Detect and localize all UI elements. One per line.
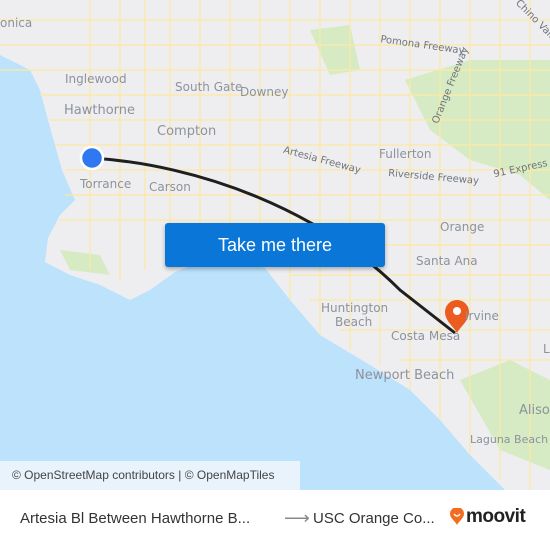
map-label: Compton	[157, 124, 217, 139]
map-label: Costa Mesa	[391, 329, 461, 343]
map-label: onica	[0, 16, 33, 30]
footer: Artesia Bl Between Hawthorne B... ⟶ USC …	[0, 490, 550, 550]
map-label: Fullerton	[379, 147, 432, 161]
map[interactable]: onica Inglewood Hawthorne South Gate Dow…	[0, 0, 550, 490]
map-label: Torrance	[80, 177, 132, 191]
map-label: Laguna Beach	[470, 433, 549, 446]
map-label: Downey	[240, 85, 289, 99]
map-label: South Gate	[175, 80, 243, 94]
map-label: Orange	[440, 220, 485, 234]
moovit-wordmark: moovit	[466, 506, 526, 527]
take-me-there-button[interactable]: Take me there	[165, 223, 385, 267]
origin-marker	[79, 145, 105, 171]
map-attribution[interactable]: © OpenStreetMap contributors | © OpenMap…	[0, 461, 300, 490]
map-label: Huntington	[321, 301, 389, 315]
map-label: Hawthorne	[64, 103, 136, 118]
map-label: Carson	[149, 180, 191, 194]
arrow-right-icon: ⟶	[284, 508, 310, 528]
map-label: Inglewood	[65, 72, 127, 86]
map-label: Beach	[335, 315, 373, 329]
moovit-logo[interactable]: moovit	[450, 506, 526, 528]
map-label: Santa Ana	[416, 254, 478, 268]
map-label: Newport Beach	[355, 368, 455, 383]
map-label: L	[543, 342, 550, 356]
origin-stop-name: Artesia Bl Between Hawthorne B...	[20, 510, 251, 527]
map-label: Aliso	[519, 403, 550, 418]
destination-name: USC Orange Co...	[313, 510, 435, 527]
map-label: Irvine	[465, 309, 499, 323]
moovit-pin-icon	[450, 508, 464, 525]
